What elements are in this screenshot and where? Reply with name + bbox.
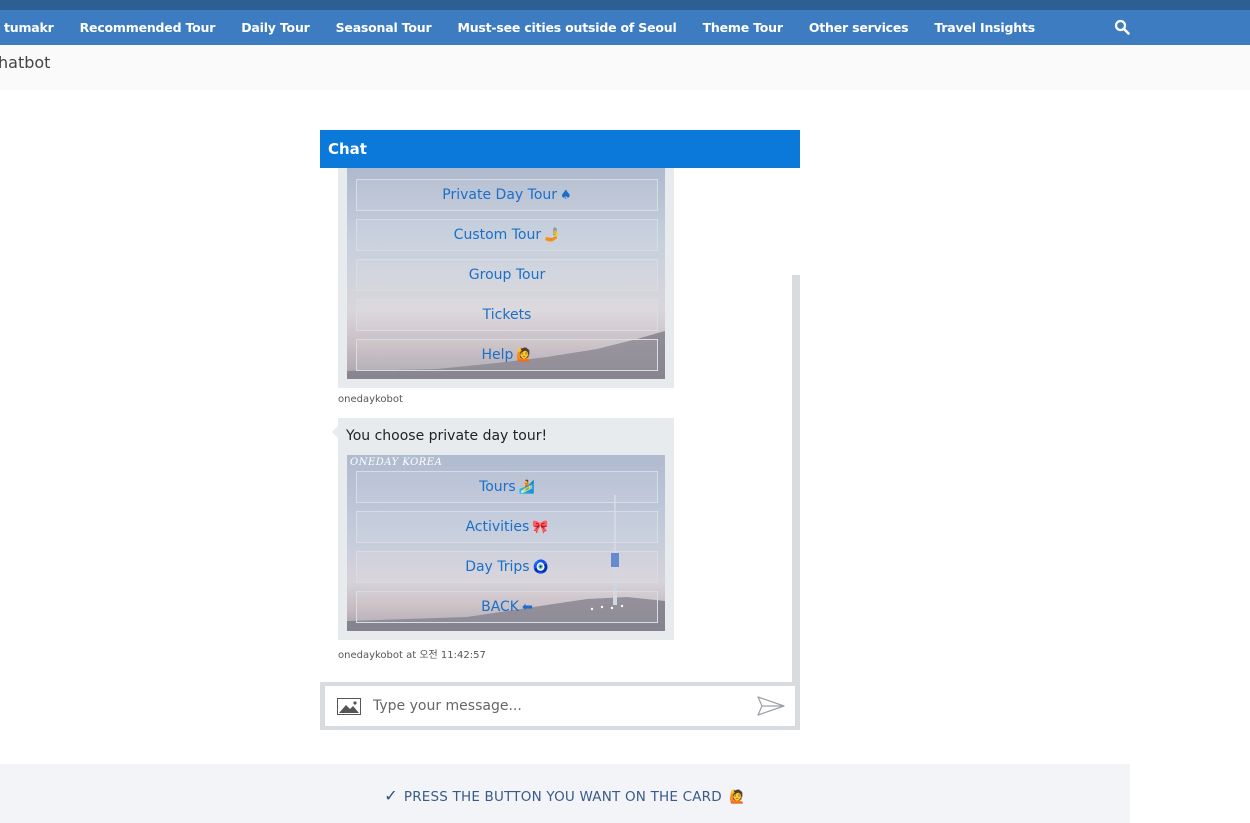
day-trips-button[interactable]: Day Trips 🧿	[356, 551, 658, 583]
chat-header: Chat	[320, 130, 800, 168]
message-timestamp: onedaykobot at 오전 11:42:57	[338, 650, 486, 661]
chat-input-bar	[320, 682, 800, 730]
bubble-tail	[332, 426, 338, 438]
bot-card-menu: Private Day Tour ♠ Custom Tour 🤳 Group Tou…	[338, 168, 674, 388]
send-icon[interactable]	[757, 696, 785, 716]
message-input[interactable]	[373, 686, 743, 726]
checkmark-icon: ✓	[384, 786, 398, 805]
nav-item-must-see-cities[interactable]: Must-see cities outside of Seoul	[444, 10, 689, 45]
group-tour-button[interactable]: Group Tour	[356, 259, 658, 291]
surfer-icon: 🏄	[518, 480, 535, 495]
nav-item-theme-tour[interactable]: Theme Tour	[690, 10, 796, 45]
instruction-banner: ✓ PRESS THE BUTTON YOU WANT ON THE CARD 🙋	[0, 764, 1130, 823]
activities-button[interactable]: Activities 🎀	[356, 511, 658, 543]
chat-header-title: Chat	[328, 140, 367, 158]
nazar-amulet-icon: 🧿	[532, 560, 549, 575]
nav-item-other-services[interactable]: Other services	[796, 10, 922, 45]
raising-hand-icon: 🙋	[516, 348, 533, 363]
nav-item-recommended-tour[interactable]: Recommended Tour	[67, 10, 229, 45]
instruction-text: ✓ PRESS THE BUTTON YOU WANT ON THE CARD 🙋	[384, 786, 746, 805]
nav-item-tumakr[interactable]: tumakr	[0, 10, 67, 45]
nav-item-seasonal-tour[interactable]: Seasonal Tour	[323, 10, 445, 45]
bot-message-text: You choose private day tour!	[346, 428, 548, 444]
search-icon[interactable]	[1114, 19, 1130, 35]
main-nav: tumakr Recommended Tour Daily Tour Seaso…	[0, 10, 1250, 45]
selfie-icon: 🤳	[544, 228, 561, 243]
image-icon[interactable]	[337, 698, 361, 715]
nav-item-daily-tour[interactable]: Daily Tour	[228, 10, 322, 45]
left-arrow-icon: ⬅	[522, 600, 533, 615]
oneday-korea-logo: ONEDAY KOREA	[350, 457, 443, 468]
tickets-button[interactable]: Tickets	[356, 299, 658, 331]
ribbon-icon: 🎀	[532, 520, 549, 535]
back-button[interactable]: BACK ⬅	[356, 591, 658, 623]
chat-input-box	[325, 686, 795, 726]
nav-item-travel-insights[interactable]: Travel Insights	[921, 10, 1048, 45]
help-button[interactable]: Help 🙋	[356, 339, 658, 371]
bot-card-private-day-tour: You choose private day tour! ONEDAY KORE…	[332, 418, 674, 640]
raising-hand-icon: 🙋	[729, 790, 746, 805]
page-title: hatbot	[0, 53, 51, 72]
tours-button[interactable]: Tours 🏄	[356, 471, 658, 503]
custom-tour-button[interactable]: Custom Tour 🤳	[356, 219, 658, 251]
message-sender: onedaykobot	[338, 394, 403, 405]
private-day-tour-button[interactable]: Private Day Tour ♠	[356, 179, 658, 211]
chat-messages[interactable]: Private Day Tour ♠ Custom Tour 🤳 Group Tou…	[320, 168, 792, 682]
spade-icon: ♠	[560, 188, 572, 203]
page-header: hatbot	[0, 45, 1250, 90]
top-strip	[0, 0, 1250, 10]
chat-widget: Chat Private Day Tour ♠ Custom Tour 🤳 Grou…	[320, 130, 800, 730]
chat-scrollbar[interactable]	[792, 275, 800, 682]
